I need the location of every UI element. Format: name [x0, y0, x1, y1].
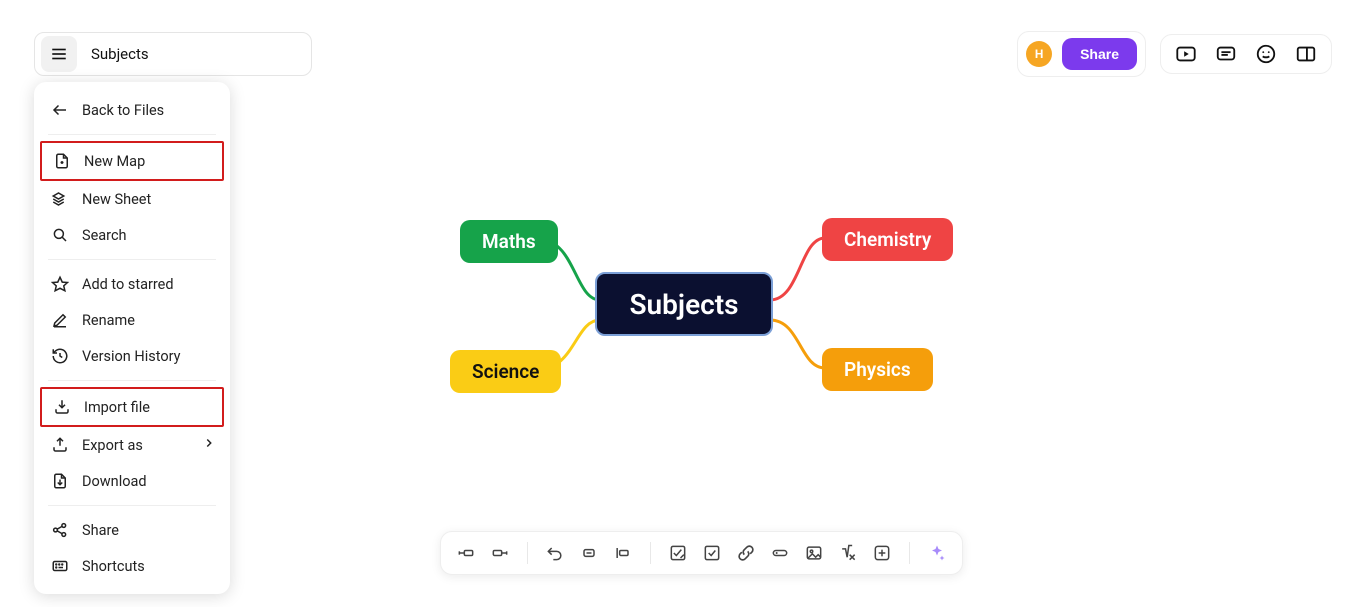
- node-center[interactable]: Subjects: [595, 272, 773, 336]
- align-icon: [613, 543, 633, 563]
- menu-add-starred[interactable]: Add to starred: [40, 266, 224, 302]
- menu-download[interactable]: Download: [40, 463, 224, 499]
- menu-divider: [48, 505, 216, 506]
- menu-label: New Sheet: [82, 191, 151, 208]
- collapse-icon: [579, 543, 599, 563]
- share-icon: [50, 520, 70, 540]
- node-chemistry[interactable]: Chemistry: [822, 218, 953, 261]
- history-icon: [50, 346, 70, 366]
- undo-icon: [545, 543, 565, 563]
- export-icon: [50, 435, 70, 455]
- menu-label: Back to Files: [82, 102, 164, 119]
- menu-rename[interactable]: Rename: [40, 302, 224, 338]
- toolbar-separator: [527, 542, 528, 564]
- menu-divider: [48, 134, 216, 135]
- node-maths[interactable]: Maths: [460, 220, 558, 263]
- chevron-right-icon: [202, 436, 216, 454]
- tool-link[interactable]: [735, 542, 757, 564]
- main-menu-dropdown: Back to Files New Map New Sheet Search A…: [34, 82, 230, 594]
- checklist-icon: [668, 543, 688, 563]
- emoji-button[interactable]: [1255, 43, 1277, 65]
- toolbar-separator: [650, 542, 651, 564]
- tool-checklist[interactable]: [667, 542, 689, 564]
- sparkle-icon: [927, 543, 947, 563]
- tool-checkbox[interactable]: [701, 542, 723, 564]
- menu-shortcuts[interactable]: Shortcuts: [40, 548, 224, 584]
- tool-add-box[interactable]: [871, 542, 893, 564]
- tool-add-child-right[interactable]: [489, 542, 511, 564]
- menu-import-file[interactable]: Import file: [40, 387, 224, 427]
- formula-icon: [838, 543, 858, 563]
- search-icon: [50, 225, 70, 245]
- play-rect-icon: [1175, 43, 1197, 65]
- menu-label: Add to starred: [82, 276, 174, 293]
- menu-label: Rename: [82, 312, 135, 329]
- menu-label: Shortcuts: [82, 558, 145, 575]
- menu-label: New Map: [84, 153, 145, 170]
- top-bar-right: H Share: [1017, 31, 1332, 77]
- menu-label: Share: [82, 522, 119, 539]
- document-title[interactable]: Subjects: [91, 45, 149, 63]
- menu-new-sheet[interactable]: New Sheet: [40, 181, 224, 217]
- present-button[interactable]: [1175, 43, 1197, 65]
- new-sheet-icon: [50, 189, 70, 209]
- menu-label: Export as: [82, 437, 143, 454]
- star-icon: [50, 274, 70, 294]
- tool-attachment[interactable]: [769, 542, 791, 564]
- node-physics[interactable]: Physics: [822, 348, 933, 391]
- view-icons-group: [1160, 34, 1332, 74]
- image-icon: [804, 543, 824, 563]
- bottom-toolbar: [440, 531, 963, 575]
- tool-align[interactable]: [612, 542, 634, 564]
- share-button[interactable]: Share: [1062, 38, 1137, 70]
- node-science[interactable]: Science: [450, 350, 561, 393]
- menu-search[interactable]: Search: [40, 217, 224, 253]
- menu-divider: [48, 380, 216, 381]
- checkbox-icon: [702, 543, 722, 563]
- menu-share[interactable]: Share: [40, 512, 224, 548]
- comments-button[interactable]: [1215, 43, 1237, 65]
- menu-label: Import file: [84, 399, 150, 416]
- top-bar: Subjects H Share: [34, 32, 1332, 76]
- menu-back-to-files[interactable]: Back to Files: [40, 92, 224, 128]
- arrow-left-icon: [50, 100, 70, 120]
- menu-label: Search: [82, 227, 127, 244]
- tool-ai-assist[interactable]: [926, 542, 948, 564]
- panel-toggle-button[interactable]: [1295, 43, 1317, 65]
- menu-version-history[interactable]: Version History: [40, 338, 224, 374]
- menu-divider: [48, 259, 216, 260]
- comment-icon: [1215, 43, 1237, 65]
- menu-export-as[interactable]: Export as: [40, 427, 224, 463]
- user-avatar[interactable]: H: [1026, 41, 1052, 67]
- title-group: Subjects: [34, 32, 312, 76]
- panel-icon: [1295, 43, 1317, 65]
- tool-image[interactable]: [803, 542, 825, 564]
- child-left-icon: [456, 543, 476, 563]
- smiley-icon: [1255, 43, 1277, 65]
- download-icon: [50, 471, 70, 491]
- attach-icon: [770, 543, 790, 563]
- new-map-icon: [52, 151, 72, 171]
- pencil-icon: [50, 310, 70, 330]
- tool-undo[interactable]: [544, 542, 566, 564]
- tool-collapse[interactable]: [578, 542, 600, 564]
- share-group: H Share: [1017, 31, 1146, 77]
- hamburger-icon: [50, 45, 68, 63]
- main-menu-button[interactable]: [41, 36, 77, 72]
- plus-box-icon: [872, 543, 892, 563]
- keyboard-icon: [50, 556, 70, 576]
- menu-new-map[interactable]: New Map: [40, 141, 224, 181]
- menu-label: Version History: [82, 348, 181, 365]
- child-right-icon: [490, 543, 510, 563]
- tool-add-child-left[interactable]: [455, 542, 477, 564]
- import-icon: [52, 397, 72, 417]
- tool-formula[interactable]: [837, 542, 859, 564]
- toolbar-separator: [909, 542, 910, 564]
- menu-label: Download: [82, 473, 147, 490]
- link-icon: [736, 543, 756, 563]
